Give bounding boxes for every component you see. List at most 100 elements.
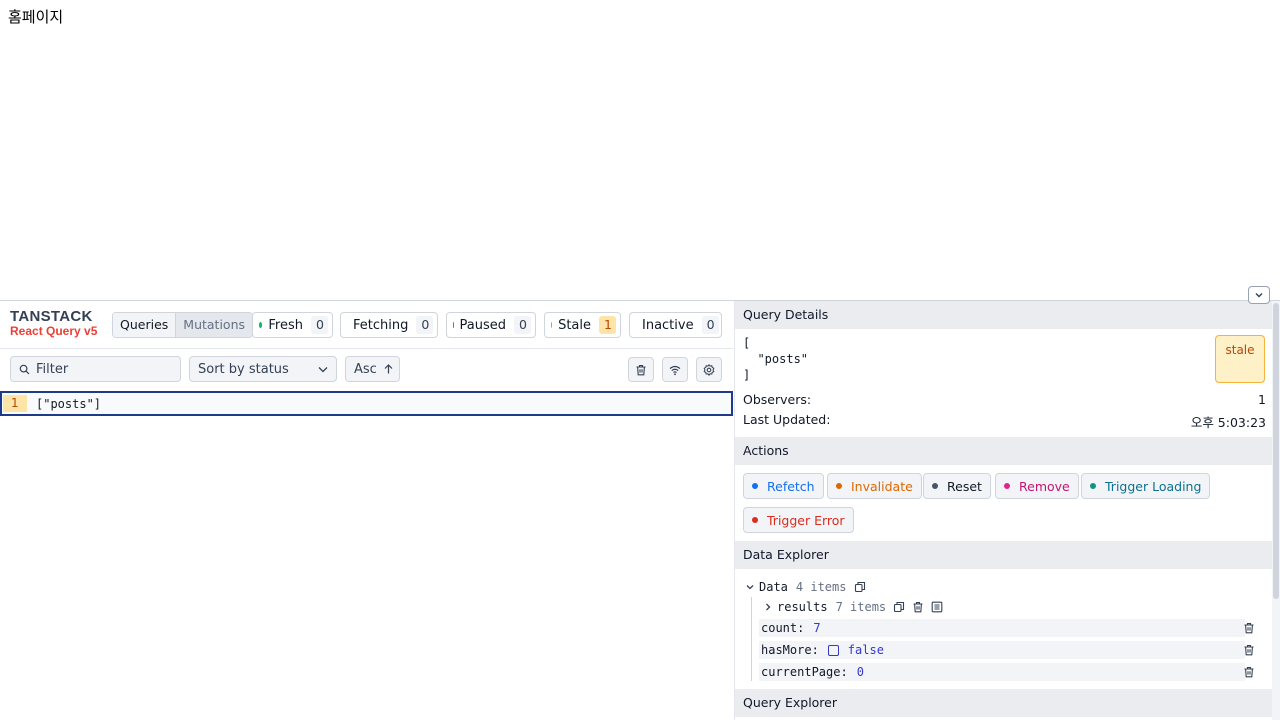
refetch-dot-icon [752,483,758,489]
invalidate-button[interactable]: Invalidate [827,473,922,499]
devtools-panel: TANSTACK React Query v5 Queries Mutation… [0,300,1280,720]
results-row[interactable]: results 7 items [763,600,943,614]
trash-icon [636,364,646,375]
copy-icon[interactable] [893,601,905,613]
observers-label: Observers: [743,392,812,407]
trash-icon[interactable] [912,601,924,613]
query-explorer-heading: Query Explorer [735,689,1272,717]
data-root-meta: 4 items [795,580,847,594]
list-icon[interactable] [931,601,943,613]
queries-tab[interactable]: Queries [113,313,176,337]
trigger-error-button[interactable]: Trigger Error [743,507,854,533]
prop-value: false [847,643,884,657]
last-updated-value: 오후 5:03:23 [1190,415,1266,430]
chevron-down-icon [318,367,328,373]
status-label: Paused [459,317,506,333]
status-label: Fresh [268,317,303,333]
trigger-error-label: Trigger Error [767,512,845,528]
trash-icon[interactable] [1243,622,1255,634]
remove-button[interactable]: Remove [995,473,1079,499]
chevron-right-icon [766,603,771,611]
observers-value: 1 [1258,392,1266,407]
reset-button[interactable]: Reset [923,473,991,499]
settings-button[interactable] [696,357,722,382]
prop-value[interactable]: 7 [813,621,820,635]
clear-cache-button[interactable] [628,357,654,382]
prop-key: count: [761,621,805,635]
reset-dot-icon [932,483,938,489]
tree-guide [751,597,752,681]
status-fresh[interactable]: Fresh 0 [252,312,333,338]
prop-currentpage-row: currentPage: 0 [759,663,1245,681]
status-count: 0 [416,316,434,334]
brand-product: React Query v5 [10,324,98,338]
invalidate-label: Invalidate [851,478,913,494]
query-details-pane: Query Details [ "posts" ] stale Observer… [734,301,1272,720]
status-fetching[interactable]: Fetching 0 [340,312,438,338]
status-count: 0 [514,316,531,334]
refetch-label: Refetch [767,478,815,494]
status-label: Inactive [642,317,694,333]
status-inactive[interactable]: Inactive 0 [629,312,722,338]
observers-row: Observers: 1 [743,392,1266,407]
results-meta: 7 items [835,600,887,614]
data-root-row[interactable]: Data 4 items [745,580,866,594]
checkbox-toggle[interactable] [827,644,839,656]
data-root-label: Data [759,580,788,594]
brand-name: TANSTACK [10,308,93,325]
query-details-heading: Query Details [735,301,1272,329]
trigger-loading-label: Trigger Loading [1105,478,1202,494]
details-scrollbar[interactable] [1272,301,1280,720]
status-count: 1 [599,316,616,334]
query-key: ["posts"] [36,396,102,411]
prop-hasmore-row: hasMore: false [759,641,1245,659]
sort-value: Sort by status [198,361,289,377]
status-label: Fetching [353,317,409,333]
reset-label: Reset [947,478,982,494]
invalidate-dot-icon [836,483,842,489]
copy-icon[interactable] [854,581,866,593]
prop-value[interactable]: 0 [857,665,864,679]
prop-key: hasMore: [761,643,819,657]
status-badge: stale [1215,335,1265,383]
close-devtools-button[interactable] [1248,286,1270,304]
refetch-button[interactable]: Refetch [743,473,824,499]
prop-key: currentPage: [761,665,848,679]
actions-heading: Actions [735,437,1272,465]
mutations-tab[interactable]: Mutations [175,313,253,337]
sort-order-button[interactable]: Asc [345,356,400,382]
trash-icon[interactable] [1243,644,1255,656]
status-label: Stale [558,317,591,333]
observer-count: 1 [3,395,27,412]
status-count: 0 [701,316,719,334]
data-explorer-heading: Data Explorer [735,541,1272,569]
view-toggle: Queries Mutations [112,312,254,338]
remove-dot-icon [1004,483,1010,489]
tanstack-logo[interactable]: TANSTACK React Query v5 [10,309,97,337]
query-key-block: [ "posts" ] [743,336,809,382]
query-row[interactable]: 1 ["posts"] [0,391,733,416]
devtools-header: TANSTACK React Query v5 Queries Mutation… [0,301,733,349]
sort-select[interactable]: Sort by status [189,356,337,382]
toggle-online-button[interactable] [662,357,688,382]
fresh-dot-icon [259,322,263,328]
filter-input[interactable]: Filter [10,356,181,382]
remove-label: Remove [1019,478,1070,494]
trigger-error-dot-icon [752,517,758,523]
results-label: results [777,600,828,614]
trigger-loading-button[interactable]: Trigger Loading [1081,473,1211,499]
page-heading: 홈페이지 [8,8,64,26]
last-updated-label: Last Updated: [743,412,831,427]
trash-icon[interactable] [1243,666,1255,678]
status-paused[interactable]: Paused 0 [446,312,536,338]
status-stale[interactable]: Stale 1 [544,312,621,338]
stale-dot-icon [551,322,553,328]
filter-toolbar: Filter Sort by status Asc [0,350,733,388]
scrollbar-thumb[interactable] [1273,303,1279,599]
status-count: 0 [311,316,328,334]
search-icon [19,364,30,374]
query-list-pane: TANSTACK React Query v5 Queries Mutation… [0,301,733,720]
trigger-loading-dot-icon [1090,483,1096,489]
paused-dot-icon [453,322,454,328]
filter-placeholder: Filter [36,361,69,377]
